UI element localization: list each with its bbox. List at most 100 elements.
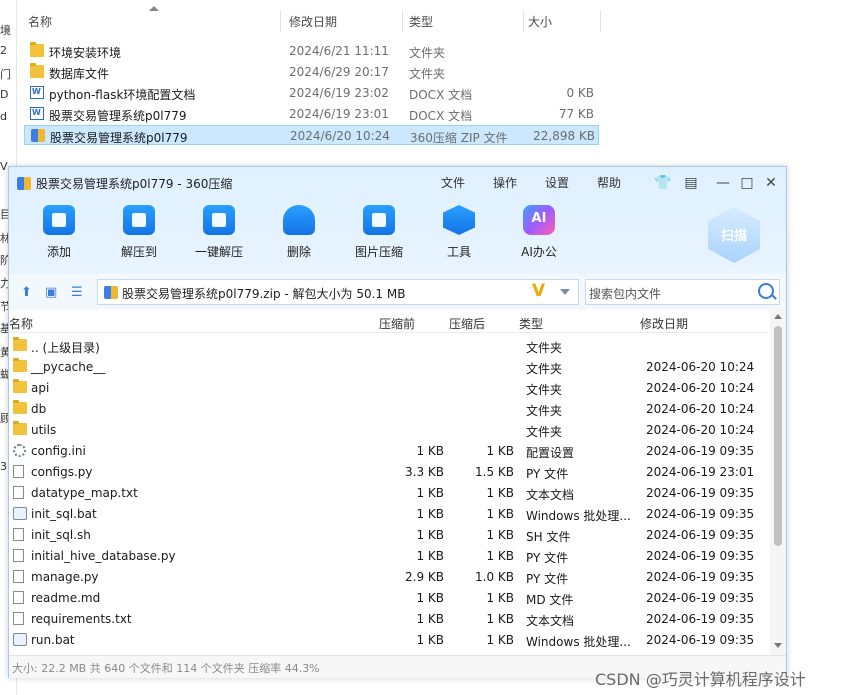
column-modified-date[interactable]: 修改日期 [289, 13, 337, 30]
one-click-extract-label: 一键解压 [194, 245, 243, 259]
chevron-down-icon[interactable] [560, 289, 570, 295]
nav-pane-char: d [0, 110, 7, 123]
file-row[interactable]: db 文件夹 2024-06-20 10:24 [9, 398, 769, 419]
file-row[interactable]: datatype_map.txt 1 KB 1 KB 文本文档 2024-06-19 0… [9, 482, 769, 503]
file-row[interactable]: utils 文件夹 2024-06-20 10:24 [9, 419, 769, 440]
explorer-row-selected[interactable]: 股票交易管理系统p0l779 2024/6/20 10:24 360压缩 ZIP… [24, 125, 599, 145]
add-button[interactable]: 添加 [27, 205, 91, 263]
delete-button[interactable]: 删除 [267, 205, 331, 263]
file-row[interactable]: __pycache__ 文件夹 2024-06-20 10:24 [9, 356, 769, 377]
ai-office-button[interactable]: AI办公 [507, 205, 571, 263]
file-name: manage.py [31, 570, 99, 584]
file-type: 文件夹 [526, 383, 563, 397]
size-before: 1 KB [416, 591, 444, 605]
menu-help[interactable]: 帮助 [597, 174, 621, 191]
extract-to-label: 解压到 [120, 245, 157, 259]
file-name: run.bat [31, 633, 75, 647]
file-date: 2024-06-19 09:35 [646, 549, 755, 563]
column-name[interactable]: 名称 [9, 315, 33, 332]
column-divider[interactable] [402, 10, 403, 32]
skin-shirt-icon[interactable]: 👕 [654, 174, 672, 192]
size-before: 1 KB [416, 444, 444, 458]
minimize-icon[interactable]: — [714, 174, 732, 192]
menu-settings[interactable]: 设置 [545, 174, 569, 191]
search-input[interactable]: 搜索包内文件 [585, 279, 780, 305]
extract-to-button[interactable]: 解压到 [107, 205, 171, 263]
explorer-row[interactable]: 环境安装环境 2024/6/21 11:11 文件夹 [24, 41, 599, 61]
up-arrow-icon[interactable]: ⬆ [21, 285, 32, 300]
file-row[interactable]: initial_hive_database.py 1 KB 1 KB PY 文件 202… [9, 545, 769, 566]
file-row[interactable]: run.bat 1 KB 1 KB Windows 批处理... 2024-06-19 … [9, 629, 769, 650]
file-date: 2024-06-20 10:24 [646, 423, 755, 437]
nav-pane-char: V [0, 160, 8, 173]
image-compress-icon [363, 205, 395, 235]
file-date: 2024-06-19 09:35 [646, 612, 755, 626]
file-size: 0 KB [566, 86, 594, 100]
nav-pane-char: D [0, 88, 9, 101]
column-type[interactable]: 类型 [519, 315, 543, 332]
scroll-thumb[interactable] [774, 326, 782, 546]
size-before: 1 KB [416, 507, 444, 521]
column-divider[interactable] [600, 10, 601, 32]
scroll-down-icon[interactable] [774, 643, 782, 648]
size-after: 1.0 KB [475, 570, 514, 584]
file-date: 2024-06-20 10:24 [646, 402, 755, 416]
file-row[interactable]: config.ini 1 KB 1 KB 配置设置 2024-06-19 09:35 [9, 440, 769, 461]
column-type[interactable]: 类型 [409, 13, 433, 30]
file-date: 2024/6/19 23:01 [289, 107, 389, 121]
column-name[interactable]: 名称 [28, 13, 52, 30]
tools-label: 工具 [446, 245, 471, 259]
file-type: MD 文件 [526, 593, 574, 607]
add-label: 添加 [46, 245, 71, 259]
file-row[interactable]: .. (上级目录) 文件夹 [9, 335, 769, 356]
menu-operation[interactable]: 操作 [493, 174, 517, 191]
file-name: configs.py [31, 465, 93, 479]
file-row[interactable]: api 文件夹 2024-06-20 10:24 [9, 377, 769, 398]
file-name: python-flask环境配置文档 [49, 88, 196, 102]
maximize-icon[interactable]: □ [738, 174, 756, 192]
file-name: db [31, 402, 47, 416]
column-divider[interactable] [280, 10, 281, 32]
file-type: DOCX 文档 [409, 88, 473, 102]
column-size[interactable]: 大小 [528, 13, 552, 30]
explorer-row[interactable]: python-flask环境配置文档 2024/6/19 23:02 DOCX … [24, 83, 599, 103]
search-icon[interactable] [758, 283, 774, 299]
file-icon [13, 465, 24, 478]
view-list-icon[interactable]: ☰ [71, 285, 83, 300]
address-text: 股票交易管理系统p0l779.zip - 解包大小为 50.1 MB [122, 287, 406, 301]
file-type: DOCX 文档 [409, 109, 473, 123]
menu-file[interactable]: 文件 [441, 174, 465, 191]
file-name: api [31, 381, 50, 395]
file-row[interactable]: readme.md 1 KB 1 KB MD 文件 2024-06-19 09:35 [9, 587, 769, 608]
scroll-up-icon[interactable] [774, 314, 782, 319]
one-click-extract-button[interactable]: 一键解压 [187, 205, 251, 263]
file-date: 2024-06-19 09:35 [646, 486, 755, 500]
explorer-row[interactable]: 数据库文件 2024/6/29 20:17 文件夹 [24, 62, 599, 82]
file-row[interactable]: init_sql.sh 1 KB 1 KB SH 文件 2024-06-19 09:35 [9, 524, 769, 545]
column-divider[interactable] [523, 10, 524, 32]
file-row[interactable]: configs.py 3.3 KB 1.5 KB PY 文件 2024-06-19 23… [9, 461, 769, 482]
folder-icon [30, 63, 44, 78]
close-icon[interactable]: ✕ [762, 174, 780, 192]
zip-title-toolbar-area: 股票交易管理系统p0l779 - 360压缩 文件 操作 设置 帮助 👕 ▤ —… [9, 167, 786, 274]
vertical-scrollbar[interactable] [770, 310, 786, 655]
file-date: 2024/6/29 20:17 [289, 65, 389, 79]
vip-v-icon[interactable]: V [532, 281, 545, 301]
scan-button[interactable]: 扫描 [708, 207, 760, 263]
file-row[interactable]: requirements.txt 1 KB 1 KB 文本文档 2024-06-19 0… [9, 608, 769, 629]
tools-button[interactable]: 工具 [427, 205, 491, 263]
column-modified-date[interactable]: 修改日期 [640, 315, 688, 332]
image-compress-button[interactable]: 图片压缩 [347, 205, 411, 263]
view-thumbnail-icon[interactable]: ▣ [45, 285, 57, 300]
file-type: 配置设置 [526, 446, 575, 460]
zip-icon [31, 129, 45, 142]
file-row[interactable]: init_sql.bat 1 KB 1 KB Windows 批处理... 2024-0… [9, 503, 769, 524]
feedback-icon[interactable]: ▤ [682, 174, 700, 192]
file-row[interactable]: manage.py 2.9 KB 1.0 KB PY 文件 2024-06-19 09:… [9, 566, 769, 587]
file-name: config.ini [31, 444, 86, 458]
explorer-row[interactable]: 股票交易管理系统p0l779 2024/6/19 23:01 DOCX 文档 7… [24, 104, 599, 124]
file-type: 文件夹 [526, 362, 563, 376]
column-size-after[interactable]: 压缩后 [449, 315, 485, 332]
address-bar[interactable]: 股票交易管理系统p0l779.zip - 解包大小为 50.1 MB V [97, 279, 579, 305]
column-size-before[interactable]: 压缩前 [379, 315, 415, 332]
